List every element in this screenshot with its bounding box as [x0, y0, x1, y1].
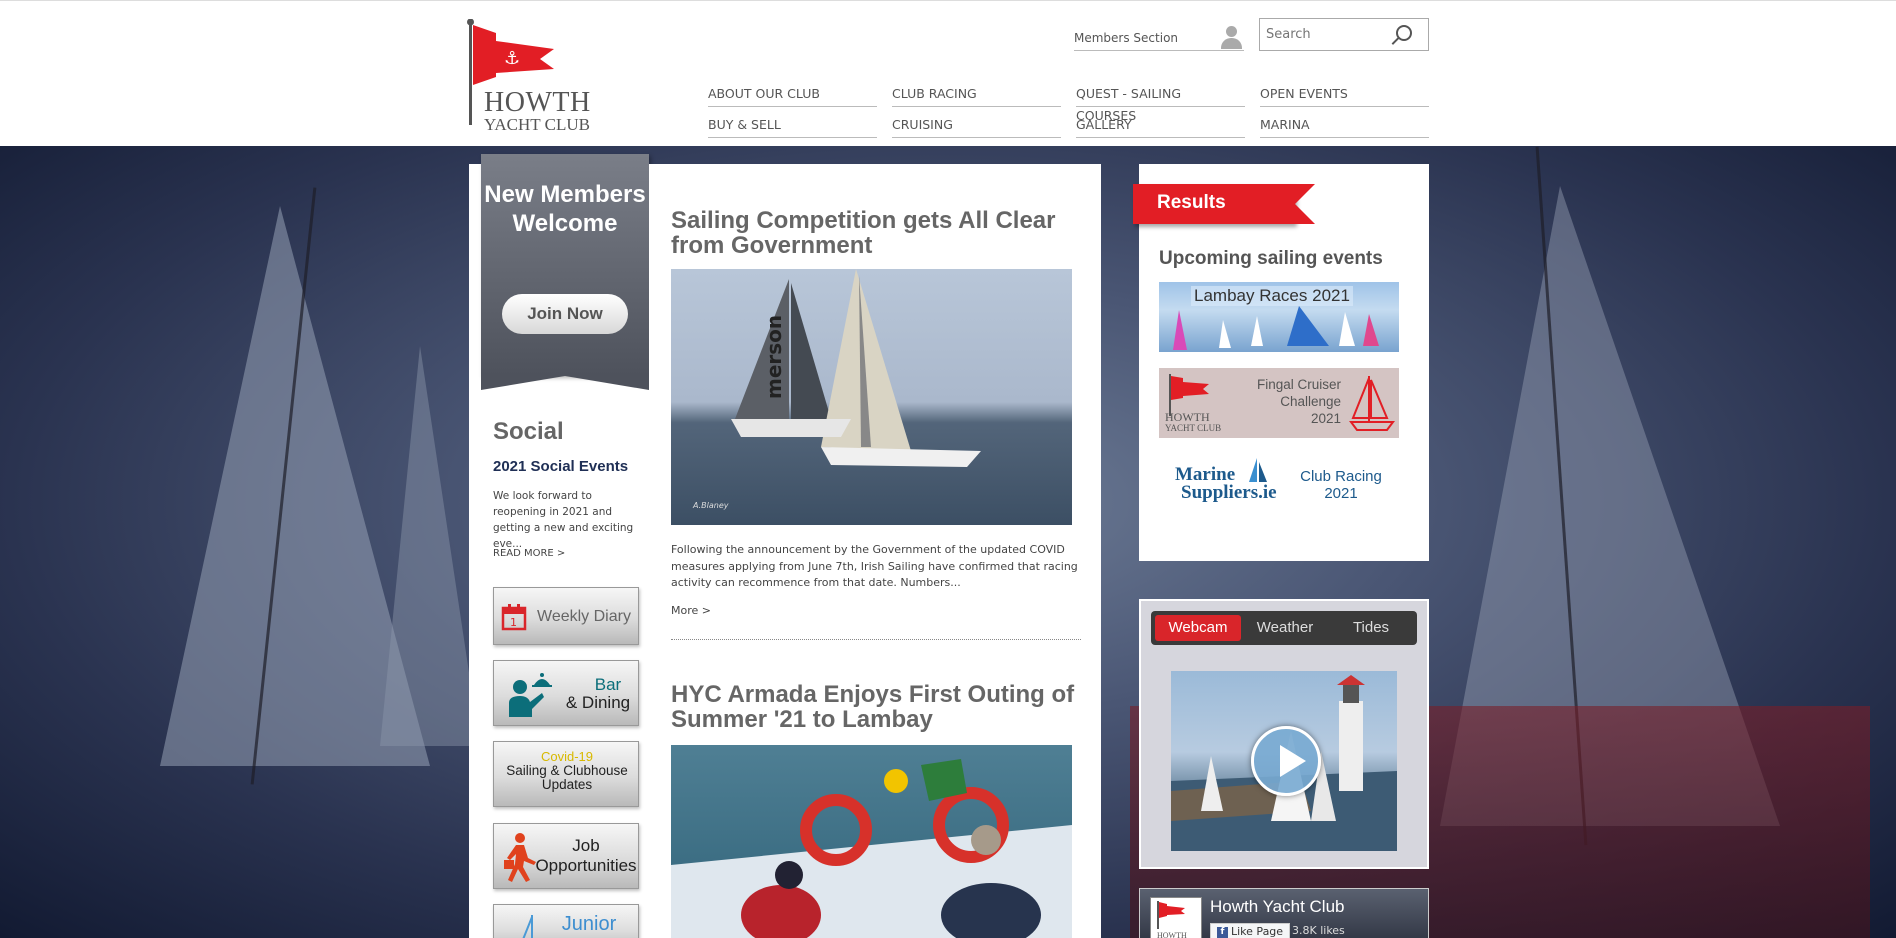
members-section-label: Members Section — [1074, 30, 1179, 45]
marine-suppliers-line2: Suppliers.ie — [1181, 482, 1277, 503]
weekly-diary-button[interactable]: 1 Weekly Diary — [493, 587, 639, 645]
article-title[interactable]: HYC Armada Enjoys First Outing of Summer… — [671, 682, 1091, 732]
play-icon[interactable] — [1251, 726, 1321, 796]
user-icon — [1218, 25, 1244, 50]
nav-marina[interactable]: MARINA — [1260, 114, 1429, 138]
site-header: ⚓ HOWTH YACHT CLUB Members Section ABOUT… — [0, 0, 1896, 146]
marine-sail-icon — [1249, 458, 1267, 482]
nav-buy-sell[interactable]: BUY & SELL — [708, 114, 877, 138]
facebook-page-name[interactable]: Howth Yacht Club — [1210, 897, 1345, 917]
fingal-line2: Challenge — [1280, 394, 1341, 409]
junior-button[interactable]: Junior — [493, 904, 639, 938]
yachts-photo-drawing: merson — [731, 269, 981, 467]
facebook-like-count: 3.8K likes — [1292, 924, 1345, 937]
new-members-banner: New Members Welcome Join Now — [481, 154, 649, 376]
job-opportunities-button[interactable]: Job Opportunities — [493, 823, 639, 889]
walking-person-icon — [504, 833, 536, 882]
cruiser-sailboat-icon — [1349, 376, 1395, 431]
nav-open-events[interactable]: OPEN EVENTS — [1260, 83, 1429, 107]
club-racing-label: Club Racing 2021 — [1291, 468, 1391, 502]
facebook-f-icon: f — [1217, 926, 1228, 938]
photo-credit: A.Blaney — [693, 501, 729, 510]
social-heading: Social — [493, 418, 564, 445]
svg-text:⚓: ⚓ — [504, 48, 520, 69]
facebook-like-button[interactable]: f Like Page — [1210, 923, 1291, 938]
article-title[interactable]: Sailing Competition gets All Clear from … — [671, 208, 1091, 258]
article-photo-armada[interactable] — [671, 745, 1072, 938]
widget-tab-bar: Webcam Weather Tides — [1151, 611, 1417, 645]
junior-label: Junior — [561, 913, 617, 935]
opportunities-label: Opportunities — [535, 856, 637, 875]
lambay-races-banner[interactable]: Lambay Races 2021 — [1159, 282, 1399, 352]
site-logo[interactable]: ⚓ HOWTH YACHT CLUB — [466, 19, 606, 135]
nav-cruising[interactable]: CRUISING — [892, 114, 1061, 138]
fingal-logo-line2: YACHT CLUB — [1165, 423, 1222, 433]
bar-dining-button[interactable]: Bar & Dining — [493, 660, 639, 726]
nav-gallery[interactable]: GALLERY — [1076, 114, 1245, 138]
covid-updates-button[interactable]: Covid-19 Sailing & Clubhouse Updates — [493, 741, 639, 807]
upcoming-events-heading: Upcoming sailing events — [1159, 248, 1383, 269]
hyc-flag-icon: HOWTH — [1157, 901, 1187, 938]
fingal-logo-line1: HOWTH — [1165, 410, 1210, 424]
webcam-preview[interactable] — [1171, 671, 1397, 851]
search-input[interactable] — [1266, 27, 1386, 42]
fingal-logo-text: HOWTH YACHT CLUB — [1165, 410, 1222, 433]
tab-weather[interactable]: Weather — [1241, 615, 1329, 641]
search-icon[interactable] — [1396, 25, 1412, 41]
tab-webcam[interactable]: Webcam — [1155, 615, 1241, 641]
social-excerpt: We look forward to reopening in 2021 and… — [493, 490, 634, 550]
members-section-link[interactable]: Members Section — [1074, 25, 1244, 51]
weekly-diary-label: Weekly Diary — [537, 608, 631, 625]
fingal-cruiser-banner[interactable]: HOWTH YACHT CLUB Fingal Cruiser Challeng… — [1159, 368, 1399, 438]
club-racing-line2: 2021 — [1324, 485, 1358, 502]
dining-label: & Dining — [565, 693, 631, 712]
fingal-cruiser-label: Fingal Cruiser Challenge 2021 — [1231, 376, 1341, 427]
fb-logo-text: HOWTH — [1157, 931, 1187, 938]
lambay-races-label: Lambay Races 2021 — [1191, 286, 1353, 306]
club-racing-line1: Club Racing — [1300, 468, 1382, 485]
job-label: Job — [572, 836, 600, 855]
updates-label: Updates — [541, 777, 593, 792]
right-sidebar: Results Upcoming sailing events Lambay R… — [1133, 164, 1429, 561]
facebook-widget: HOWTH Howth Yacht Club f Like Page 3.8K l… — [1139, 888, 1429, 938]
left-sidebar: New Members Welcome Join Now Social 2021… — [469, 154, 649, 938]
new-members-title: New Members Welcome — [484, 181, 646, 237]
covid-label: Covid-19 — [540, 749, 594, 764]
calendar-icon: 1 — [501, 604, 527, 631]
fingal-line1: Fingal Cruiser — [1256, 377, 1341, 392]
article-divider — [671, 639, 1081, 640]
bar-label: Bar — [594, 675, 622, 694]
main-content: New Members Welcome Join Now Social 2021… — [469, 154, 1429, 938]
search-box — [1259, 18, 1429, 51]
webcam-widget: Webcam Weather Tides — [1139, 599, 1429, 869]
svg-text:1: 1 — [510, 616, 517, 629]
results-ribbon[interactable]: Results — [1133, 184, 1315, 224]
results-label: Results — [1157, 192, 1226, 213]
nav-quest-sailing-courses[interactable]: QUEST - SAILING COURSES — [1076, 83, 1245, 123]
article-photo-yachts[interactable]: merson A.Blaney — [671, 269, 1072, 525]
read-more-link[interactable]: READ MORE > — [493, 548, 565, 559]
sailing-clubhouse-label: Sailing & Clubhouse — [506, 763, 628, 778]
more-link[interactable]: More > — [671, 604, 711, 617]
logo-text-yacht-club: YACHT CLUB — [484, 115, 590, 134]
tab-tides[interactable]: Tides — [1329, 615, 1413, 641]
facebook-page-logo[interactable]: HOWTH — [1150, 897, 1202, 938]
nav-about-our-club[interactable]: ABOUT OUR CLUB — [708, 83, 877, 107]
club-racing-banner[interactable]: Marine Suppliers.ie Club Racing 2021 — [1159, 454, 1399, 524]
join-now-button[interactable]: Join Now — [502, 294, 628, 334]
article-excerpt: Following the announcement by the Govern… — [671, 543, 1078, 589]
waiter-icon — [509, 673, 552, 717]
social-events-link[interactable]: 2021 Social Events — [493, 458, 628, 475]
fingal-line3: 2021 — [1310, 411, 1341, 426]
background-sail — [380, 346, 480, 746]
like-page-label: Like Page — [1231, 925, 1284, 938]
news-column: Sailing Competition gets All Clear from … — [649, 164, 1101, 938]
nav-club-racing[interactable]: CLUB RACING — [892, 83, 1061, 107]
svg-text:merson: merson — [762, 315, 786, 399]
armada-photo-drawing — [671, 759, 1072, 938]
banner-ribbon-tail — [481, 376, 649, 390]
